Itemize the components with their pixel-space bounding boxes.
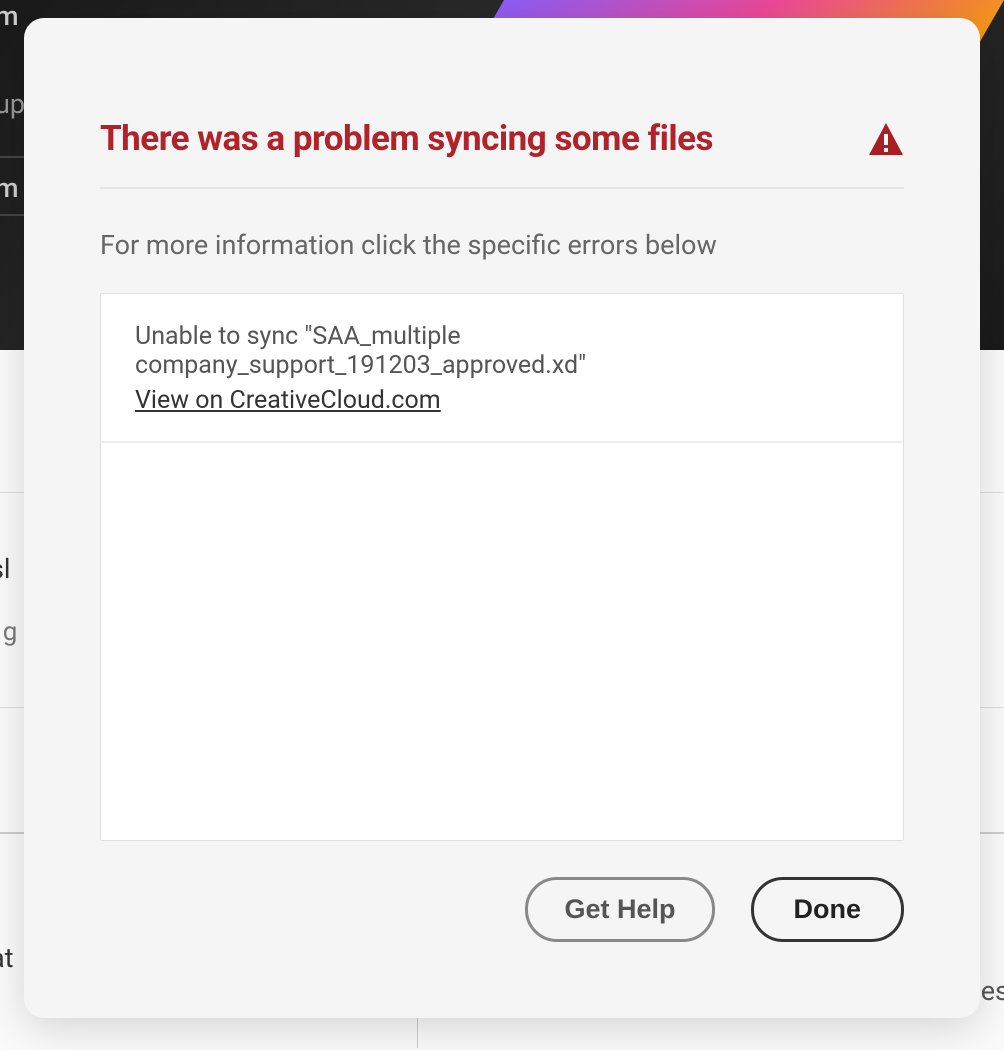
bg-row-title-fragment: sl — [0, 553, 17, 585]
dialog-header: There was a problem syncing some files — [100, 118, 904, 159]
dialog-title: There was a problem syncing some files — [100, 118, 713, 159]
error-list[interactable]: Unable to sync "SAA_multiple company_sup… — [100, 293, 904, 841]
bg-right-text-fragment: es — [981, 975, 1004, 1007]
bg-row-title-fragment: at — [0, 942, 14, 974]
bg-vertical-divider — [417, 1018, 418, 1048]
get-help-button[interactable]: Get Help — [525, 877, 714, 942]
error-message: Unable to sync "SAA_multiple company_sup… — [135, 322, 869, 380]
bg-text-fragment: m — [0, 172, 19, 204]
error-item[interactable]: Unable to sync "SAA_multiple company_sup… — [101, 294, 903, 443]
bg-text-fragment: up — [0, 88, 25, 120]
done-button[interactable]: Done — [751, 877, 905, 942]
bg-text-fragment: m — [0, 0, 19, 32]
bg-row-sub-fragment: l g — [0, 617, 17, 647]
dialog-divider — [100, 187, 904, 189]
dialog-footer: Get Help Done — [100, 877, 904, 942]
sync-error-dialog: There was a problem syncing some files F… — [24, 18, 980, 1018]
view-on-cloud-link[interactable]: View on CreativeCloud.com — [135, 386, 441, 415]
warning-icon — [868, 121, 904, 157]
dialog-subtitle: For more information click the specific … — [100, 229, 904, 261]
